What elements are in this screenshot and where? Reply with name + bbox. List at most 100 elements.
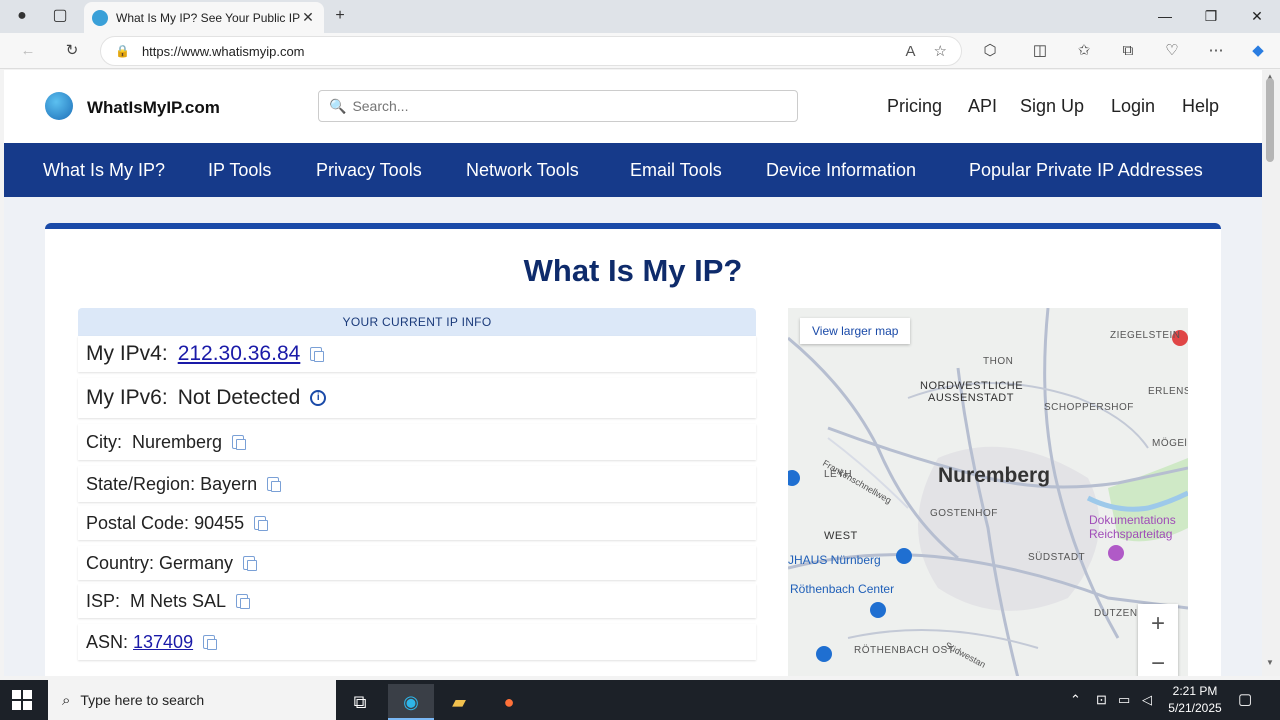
read-aloud-icon[interactable]: A [906, 43, 916, 60]
ipv4-label: My IPv4: [86, 342, 168, 365]
login-link[interactable]: Login [1111, 96, 1155, 117]
location-map[interactable]: View larger map ZIEGELSTEIN THON NORDWES… [788, 308, 1188, 676]
map-label-gostenhof: GOSTENHOF [930, 508, 998, 519]
copy-asn-icon[interactable] [203, 635, 218, 650]
volume-icon[interactable]: ◁ [1142, 680, 1152, 720]
isp-label: ISP: [86, 590, 121, 611]
map-label-thon: THON [983, 356, 1014, 367]
clock-date: 5/21/2025 [1168, 701, 1222, 715]
file-explorer-icon[interactable]: ▰ [436, 684, 482, 720]
map-label-haus-nuernberg: JHAUS Nürnberg [788, 553, 881, 567]
nav-network-tools[interactable]: Network Tools [466, 160, 579, 181]
restore-icon[interactable]: ❐ [1188, 0, 1234, 33]
copy-postal-icon[interactable] [254, 516, 269, 531]
network-icon[interactable]: ⊡ [1096, 680, 1107, 720]
more-menu-icon[interactable]: ⋯ [1206, 41, 1226, 61]
show-hidden-icons[interactable]: ⌃ [1070, 680, 1081, 720]
help-link[interactable]: Help [1182, 96, 1219, 117]
main-nav: What Is My IP? IP Tools Privacy Tools Ne… [4, 143, 1262, 197]
lock-icon: 🔒 [115, 44, 130, 58]
favorite-star-icon[interactable]: ☆ [934, 42, 947, 60]
notifications-icon[interactable]: ▢ [1238, 680, 1252, 720]
extensions-icon[interactable]: ⬡ [980, 41, 1000, 61]
country-label: Country: [86, 552, 155, 573]
map-label-dutzend: DUTZEN [1094, 608, 1138, 619]
sign-up-link[interactable]: Sign Up [1020, 96, 1084, 117]
edge-taskbar-icon[interactable]: ◉ [388, 684, 434, 720]
zoom-in-button[interactable]: + [1138, 604, 1178, 644]
nav-privacy-tools[interactable]: Privacy Tools [316, 160, 422, 181]
taskbar-search[interactable]: ⌕ Type here to search [48, 680, 336, 720]
state-value: Bayern [200, 473, 258, 494]
ip-info-card: What Is My IP? YOUR CURRENT IP INFO My I… [45, 223, 1221, 676]
split-screen-icon[interactable]: ◫ [1030, 41, 1050, 61]
nav-ip-tools[interactable]: IP Tools [208, 160, 271, 181]
refresh-icon[interactable]: ↻ [62, 41, 82, 61]
nav-email-tools[interactable]: Email Tools [630, 160, 722, 181]
asn-row: ASN: 137409 [78, 624, 756, 660]
ipv6-label: My IPv6: [86, 386, 168, 409]
state-row: State/Region: Bayern [78, 466, 756, 502]
scrollbar-thumb[interactable] [1266, 78, 1274, 162]
asn-value-link[interactable]: 137409 [133, 632, 193, 653]
task-view-icon[interactable]: ⧉ [337, 684, 383, 720]
postal-label: Postal Code: [86, 512, 190, 533]
address-bar[interactable]: 🔒 https://www.whatismyip.com A ☆ [100, 36, 962, 66]
windows-start-icon[interactable] [12, 690, 32, 710]
back-icon[interactable]: ← [18, 41, 38, 61]
ipv4-value-link[interactable]: 212.30.36.84 [178, 342, 301, 366]
info-icon[interactable]: i [310, 390, 327, 406]
map-label-reichsparteitag: Reichsparteitag [1089, 527, 1173, 541]
clock-time: 2:21 PM [1172, 684, 1218, 698]
nav-what-is-my-ip[interactable]: What Is My IP? [43, 160, 165, 181]
network-status-icon[interactable]: ▭ [1118, 680, 1130, 720]
firefox-icon[interactable]: ● [486, 684, 532, 720]
profile-icon[interactable]: ● [12, 6, 32, 26]
site-search-box[interactable]: 🔍 [318, 90, 798, 122]
view-larger-map-button[interactable]: View larger map [800, 318, 911, 344]
zoom-out-button[interactable]: − [1138, 644, 1178, 676]
copy-city-icon[interactable] [232, 435, 247, 450]
map-label-erlens: ERLENS [1148, 386, 1188, 397]
city-row: City: Nuremberg [78, 424, 756, 460]
close-window-icon[interactable]: ✕ [1234, 0, 1280, 33]
page-title: What Is My IP? [523, 253, 743, 288]
site-header: WhatIsMyIP.com 🔍 Pricing API Sign Up Log… [4, 70, 1262, 143]
map-zoom-controls: + − [1138, 604, 1178, 676]
collections-icon[interactable]: ⧉ [1118, 41, 1138, 61]
windows-taskbar: ⌕ Type here to search ⧉ ◉ ▰ ● ⌃ ⊡ ▭ ◁ 2:… [0, 680, 1280, 720]
site-favicon-icon [92, 9, 108, 26]
scroll-down-icon[interactable]: ▼ [1266, 658, 1274, 667]
map-label-nordwestliche: NORDWESTLICHE [920, 380, 1024, 392]
map-label-roethenbach-ost: RÖTHENBACH OST [854, 645, 955, 656]
favorites-icon[interactable]: ✩ [1074, 41, 1094, 61]
copy-ipv4-icon[interactable] [310, 347, 325, 362]
postal-value: 90455 [194, 512, 245, 533]
taskbar-clock[interactable]: 2:21 PM 5/21/2025 [1162, 683, 1228, 717]
browser-essentials-icon[interactable]: ♡ [1162, 41, 1182, 61]
site-logo-icon[interactable] [45, 92, 73, 120]
copy-isp-icon[interactable] [236, 594, 251, 609]
nav-popular-private-ip[interactable]: Popular Private IP Addresses [969, 160, 1203, 181]
site-search-input[interactable] [352, 98, 787, 114]
site-brand[interactable]: WhatIsMyIP.com [87, 98, 220, 118]
new-tab-icon[interactable]: + [330, 6, 350, 26]
copilot-icon[interactable]: ◆ [1248, 41, 1268, 61]
map-label-moegel: MÖGEl [1152, 438, 1188, 449]
tab-actions-icon[interactable]: ▢ [50, 6, 70, 26]
isp-row: ISP: M Nets SAL [78, 584, 756, 618]
api-link[interactable]: API [968, 96, 997, 117]
address-url[interactable]: https://www.whatismyip.com [142, 44, 888, 59]
minimize-icon[interactable]: — [1142, 0, 1188, 33]
map-label-ziegelstein: ZIEGELSTEIN [1110, 330, 1181, 341]
ipv6-value: Not Detected [177, 386, 301, 409]
copy-country-icon[interactable] [243, 556, 258, 571]
taskbar-search-placeholder[interactable]: Type here to search [80, 692, 204, 708]
close-tab-icon[interactable]: ✕ [300, 9, 316, 26]
browser-tab-active[interactable]: What Is My IP? See Your Public IP ✕ [84, 2, 324, 33]
map-label-aussenstadt: AUSSENSTADT [928, 392, 1014, 404]
page-scrollbar[interactable]: ▲ ▼ [1262, 70, 1280, 676]
nav-device-information[interactable]: Device Information [766, 160, 916, 181]
copy-state-icon[interactable] [267, 477, 282, 492]
pricing-link[interactable]: Pricing [887, 96, 942, 117]
